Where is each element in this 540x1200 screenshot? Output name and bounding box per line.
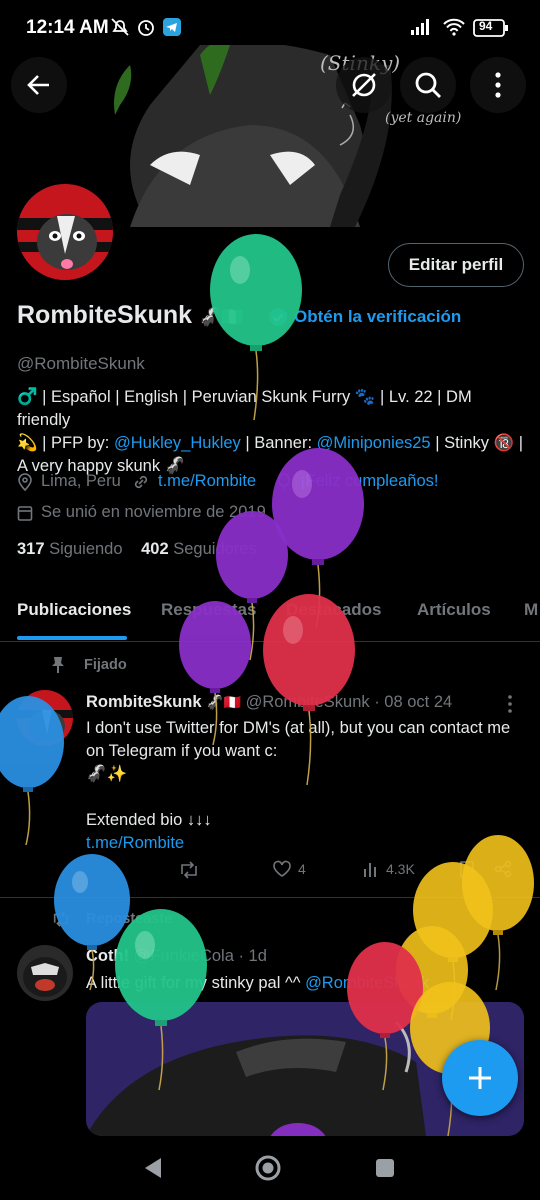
balloon-green — [115, 909, 207, 1091]
compose-post-button[interactable] — [442, 1040, 518, 1116]
home-nav-icon[interactable] — [254, 1154, 282, 1182]
balloon-blue — [0, 696, 64, 846]
back-nav-icon[interactable] — [142, 1156, 164, 1180]
plus-icon — [469, 1067, 491, 1089]
recents-nav-icon[interactable] — [374, 1157, 396, 1179]
system-nav-bar — [0, 1136, 540, 1200]
balloon-purple — [179, 601, 251, 746]
balloon-purple — [270, 1123, 326, 1136]
balloon-green — [210, 234, 302, 421]
balloon-red — [263, 594, 355, 786]
birthday-balloons-overlay — [0, 234, 534, 1136]
